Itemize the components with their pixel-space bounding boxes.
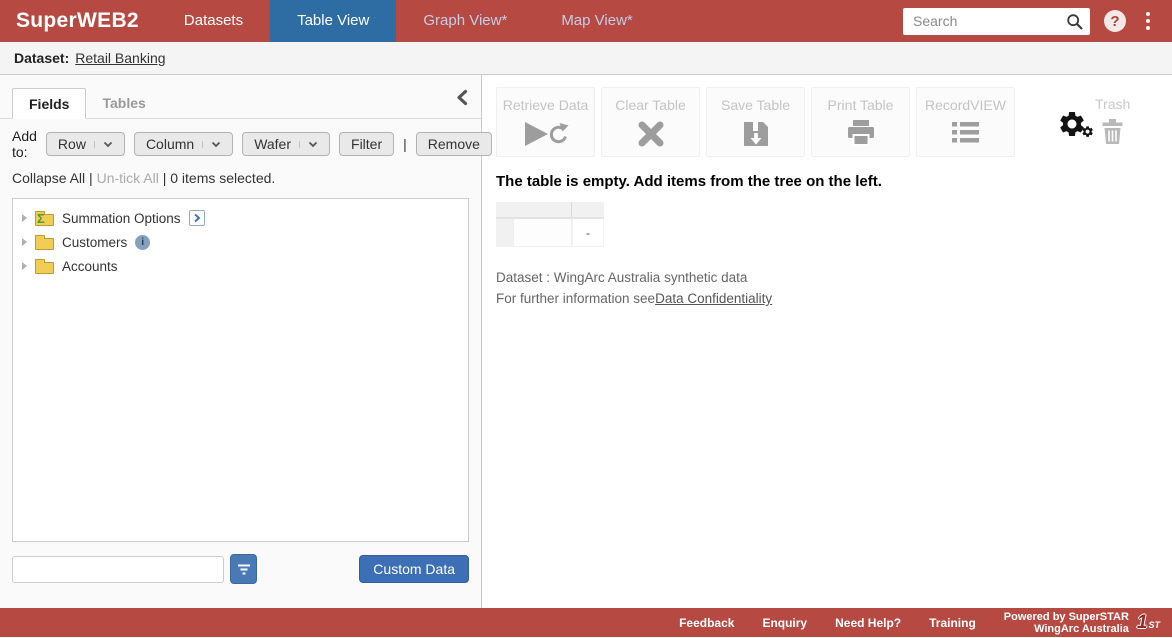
powered-by-text: Powered by SuperSTAR WingArc Australia (1004, 611, 1129, 635)
table-header-row (496, 202, 604, 219)
expander-icon[interactable] (22, 214, 27, 222)
overflow-menu-icon[interactable] (1140, 8, 1156, 34)
clear-table-button[interactable]: Clear Table (601, 87, 700, 157)
sigma-icon: Σ (37, 212, 45, 225)
add-to-row: Add to: Row Column Wafer Filter | (0, 119, 481, 168)
add-to-label: Add to: (12, 128, 37, 160)
table-toolbar: Retrieve Data Clear Table (496, 87, 1172, 157)
table-header-cell (572, 202, 604, 217)
expander-icon[interactable] (22, 238, 27, 246)
search-input[interactable] (903, 8, 1090, 35)
tree-filter-input[interactable] (12, 556, 224, 583)
table-body-row: - (496, 219, 604, 247)
tab-fields[interactable]: Fields (12, 88, 86, 119)
search-box (903, 8, 1090, 35)
tree-item-label[interactable]: Summation Options (62, 211, 181, 226)
table-value-cell: - (572, 219, 604, 247)
custom-data-button[interactable]: Custom Data (359, 555, 469, 583)
empty-table-message: The table is empty. Add items from the t… (496, 173, 1172, 190)
print-table-button[interactable]: Print Table (811, 87, 910, 157)
clear-x-icon (637, 120, 665, 151)
table-options-button[interactable] (1057, 109, 1095, 144)
nav-item-map-view[interactable]: Map View* (534, 0, 659, 42)
data-confidentiality-link[interactable]: Data Confidentiality (655, 291, 772, 306)
info-icon[interactable]: i (135, 235, 150, 250)
confidentiality-line: For further information seeData Confiden… (496, 288, 1172, 309)
folder-icon (35, 238, 54, 250)
footer-link-feedback[interactable]: Feedback (679, 616, 734, 630)
chevron-right-icon[interactable] (189, 210, 205, 226)
summation-folder-icon: Σ (35, 214, 54, 226)
trash-icon (1101, 118, 1124, 148)
folder-icon (35, 262, 54, 274)
empty-table: - (496, 202, 604, 247)
record-list-icon (952, 120, 979, 148)
nav-item-graph-view[interactable]: Graph View* (396, 0, 534, 42)
gear-icon (1057, 109, 1095, 139)
dataset-label: Dataset: (14, 50, 69, 66)
add-to-row-button[interactable]: Row (46, 132, 125, 156)
table-cell (513, 219, 572, 247)
table-header-cell (496, 202, 572, 217)
tree-item-label[interactable]: Customers (62, 235, 127, 250)
button-separator: | (403, 136, 407, 152)
footer-bar: Feedback Enquiry Need Help? Training Pow… (0, 608, 1172, 637)
trash-button[interactable]: Trash (1095, 87, 1130, 148)
table-row-stub (496, 219, 513, 247)
field-tree: Σ Summation Options Customers i Accounts (12, 198, 469, 542)
expander-icon[interactable] (22, 262, 27, 270)
footer-link-need-help[interactable]: Need Help? (835, 616, 901, 630)
link-separator: | (89, 170, 97, 186)
selection-status: 0 items selected. (170, 170, 275, 186)
tree-item-label[interactable]: Accounts (62, 259, 118, 274)
tab-tables[interactable]: Tables (86, 88, 161, 118)
app-logo: SuperWEB2 (0, 0, 157, 42)
nav-item-datasets[interactable]: Datasets (157, 0, 270, 42)
collapse-all-link[interactable]: Collapse All (12, 170, 85, 186)
save-icon (742, 120, 770, 151)
chevron-down-icon (94, 141, 113, 148)
superstar-1st-logo-icon: 1ST (1137, 612, 1160, 634)
printer-icon (846, 120, 876, 150)
tree-item-summation-options[interactable]: Σ Summation Options (13, 206, 468, 230)
tree-actions-row: Collapse All | Un-tick All | 0 items sel… (0, 168, 481, 192)
search-icon[interactable] (1066, 13, 1084, 31)
tree-item-accounts[interactable]: Accounts (13, 254, 468, 278)
dataset-bar: Dataset: Retail Banking (0, 42, 1172, 75)
help-icon[interactable]: ? (1104, 10, 1126, 32)
add-to-wafer-button[interactable]: Wafer (242, 132, 330, 156)
save-table-button[interactable]: Save Table (706, 87, 805, 157)
collapse-panel-icon[interactable] (455, 89, 469, 111)
dataset-name-link[interactable]: Retail Banking (75, 50, 165, 66)
content-area: Fields Tables Add to: Row Column (0, 75, 1172, 608)
play-refresh-icon (523, 120, 569, 151)
funnel-icon (237, 563, 251, 576)
add-to-column-button[interactable]: Column (134, 132, 233, 156)
tree-filter-button[interactable] (230, 554, 257, 584)
top-navbar: SuperWEB2 Datasets Table View Graph View… (0, 0, 1172, 42)
table-view-panel: Retrieve Data Clear Table (482, 75, 1172, 608)
remove-button[interactable]: Remove (416, 132, 492, 156)
add-to-filter-button[interactable]: Filter (339, 132, 394, 156)
footer-link-training[interactable]: Training (929, 616, 976, 630)
chevron-down-icon (202, 141, 221, 148)
field-sidebar: Fields Tables Add to: Row Column (0, 75, 482, 608)
nav-item-table-view[interactable]: Table View (270, 0, 396, 42)
navbar-right-group: ? (903, 0, 1172, 42)
footer-link-enquiry[interactable]: Enquiry (762, 616, 807, 630)
dataset-info-line: Dataset : WingArc Australia synthetic da… (496, 267, 1172, 288)
tree-item-customers[interactable]: Customers i (13, 230, 468, 254)
sidebar-tabs: Fields Tables (0, 75, 481, 119)
recordview-button[interactable]: RecordVIEW (916, 87, 1015, 157)
dataset-info-block: Dataset : WingArc Australia synthetic da… (496, 267, 1172, 309)
retrieve-data-button[interactable]: Retrieve Data (496, 87, 595, 157)
chevron-down-icon (299, 141, 318, 148)
tree-filter-row: Custom Data (12, 554, 469, 584)
untick-all-link[interactable]: Un-tick All (97, 170, 159, 186)
